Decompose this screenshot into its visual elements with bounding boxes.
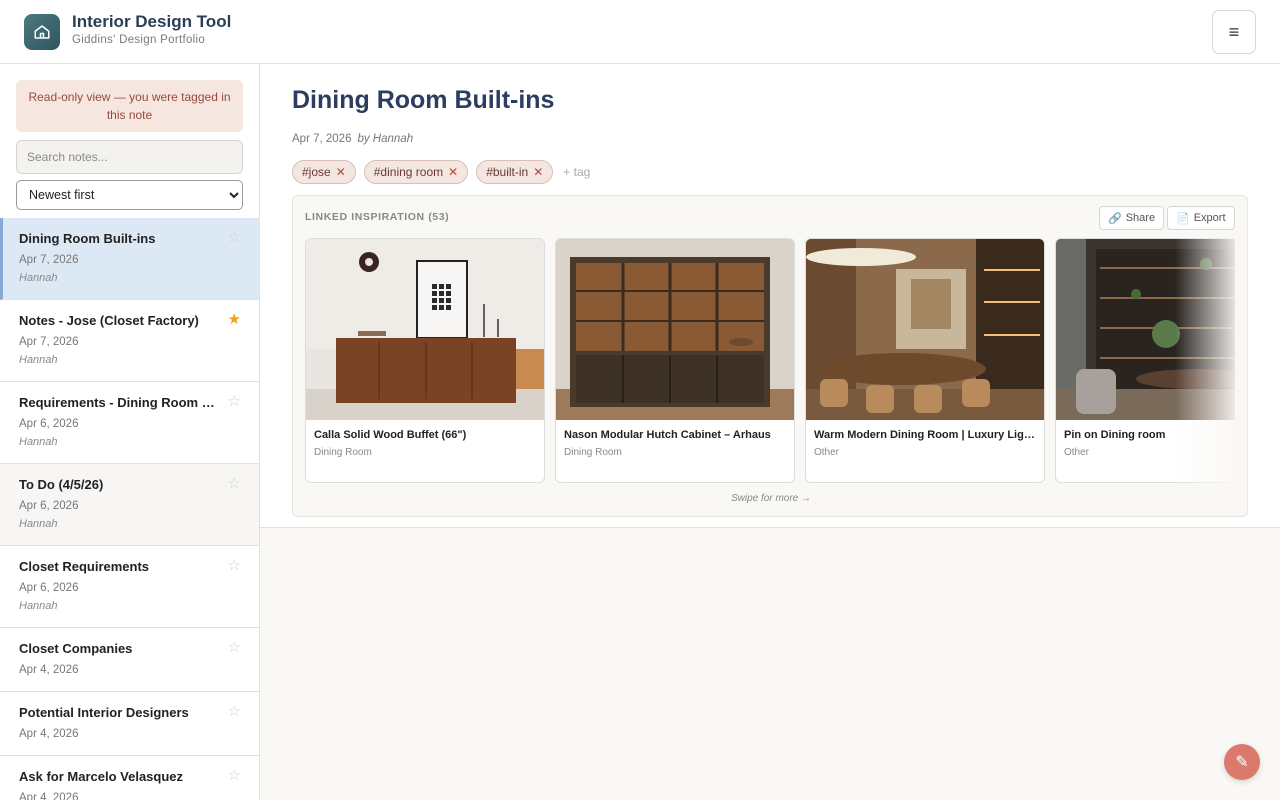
note-title: Dining Room Built-ins	[19, 231, 156, 246]
note-title: Closet Requirements	[19, 559, 150, 574]
inspiration-panel: LINKED INSPIRATION (53) 🔗Share 📄Export	[292, 195, 1248, 517]
add-tag-button[interactable]: + tag	[563, 165, 590, 179]
star-icon[interactable]: ☆	[228, 474, 241, 492]
inspiration-category: Dining Room	[314, 447, 372, 458]
remove-tag-icon[interactable]: ✕	[533, 165, 543, 179]
note-author: Hannah	[19, 272, 58, 284]
note-author: Hannah	[19, 354, 58, 366]
tag-chip[interactable]: #dining room ✕	[363, 160, 469, 184]
app-header: Interior Design Tool Giddins' Design Por…	[0, 0, 1280, 64]
inspiration-title: Pin on Dining room	[1064, 429, 1166, 441]
note-item[interactable]: Potential Interior Designers Apr 4, 2026…	[0, 692, 259, 756]
inspiration-image	[1056, 239, 1235, 420]
swipe-hint: Swipe for more →	[730, 493, 812, 504]
note-item[interactable]: To Do (4/5/26) Apr 6, 2026 Hannah ☆	[0, 464, 259, 546]
note-item[interactable]: Dining Room Built-ins Apr 7, 2026 Hannah…	[0, 218, 259, 300]
inspiration-card[interactable]: Calla Solid Wood Buffet (66") Dining Roo…	[305, 238, 545, 483]
note-title: To Do (4/5/26)	[19, 477, 104, 492]
note-title: Requirements - Dining Room Built-ins	[19, 395, 219, 410]
note-item[interactable]: Closet Companies Apr 4, 2026 ☆	[0, 628, 259, 692]
star-icon[interactable]: ☆	[228, 228, 241, 246]
inspiration-title: Nason Modular Hutch Cabinet – Arhaus	[564, 429, 771, 441]
tag-label: #jose	[302, 165, 331, 179]
note-author: Hannah	[19, 518, 58, 530]
inspiration-card[interactable]: Nason Modular Hutch Cabinet – Arhaus Din…	[555, 238, 795, 483]
note-title: Notes - Jose (Closet Factory)	[19, 313, 199, 328]
sort-select[interactable]: Newest first	[16, 180, 243, 210]
menu-button[interactable]: ≡	[1212, 10, 1256, 54]
app-title: Interior Design Tool	[72, 12, 232, 31]
note-item[interactable]: Requirements - Dining Room Built-ins Apr…	[0, 382, 259, 464]
inspiration-category: Other	[814, 447, 840, 458]
note-date: Apr 6, 2026	[19, 500, 79, 512]
note-author: Hannah	[19, 436, 58, 448]
note-author: Hannah	[19, 600, 58, 612]
remove-tag-icon[interactable]: ✕	[448, 165, 458, 179]
readonly-banner: Read-only view — you were tagged in this…	[16, 80, 243, 132]
note-detail: Dining Room Built-ins Apr 7, 2026 by Hann…	[260, 64, 1280, 528]
note-list: Dining Room Built-ins Apr 7, 2026 Hannah…	[0, 218, 259, 800]
inspiration-card[interactable]: Warm Modern Dining Room | Luxury Lightin…	[805, 238, 1045, 483]
inspiration-title: Warm Modern Dining Room | Luxury Lightin…	[814, 429, 1036, 441]
sparkle-icon[interactable]: ✎	[1224, 744, 1260, 780]
note-heading: Dining Room Built-ins	[292, 86, 555, 114]
inspiration-image	[556, 239, 794, 420]
note-date: Apr 4, 2026	[19, 792, 79, 800]
note-author: by Hannah	[357, 133, 414, 145]
tag-label: #dining room	[373, 165, 444, 179]
inspiration-title: Calla Solid Wood Buffet (66")	[314, 429, 467, 441]
inspiration-label: LINKED INSPIRATION (53)	[305, 211, 450, 223]
app-subtitle: Giddins' Design Portfolio	[72, 34, 206, 46]
note-title: Closet Companies	[19, 641, 133, 656]
note-date: Apr 6, 2026	[19, 582, 79, 594]
note-date: Apr 4, 2026	[19, 728, 79, 740]
inspiration-category: Other	[1064, 447, 1090, 458]
document-icon: 📄	[1176, 212, 1190, 225]
note-item[interactable]: Notes - Jose (Closet Factory) Apr 7, 202…	[0, 300, 259, 382]
star-filled-icon[interactable]: ★	[228, 310, 241, 328]
export-button[interactable]: 📄 Export	[1167, 206, 1235, 230]
inspiration-card[interactable]: Pin on Dining room Other	[1055, 238, 1235, 483]
tag-list: #jose ✕ #dining room ✕ #built-in ✕ + tag	[292, 160, 590, 184]
home-icon[interactable]	[24, 14, 60, 50]
share-label: Share	[1125, 212, 1156, 224]
inspiration-carousel[interactable]: Calla Solid Wood Buffet (66") Dining Roo…	[305, 238, 1235, 483]
note-meta: Apr 7, 2026 by Hannah	[292, 133, 413, 145]
note-date: Apr 7, 2026	[19, 336, 79, 348]
note-date: Apr 6, 2026	[19, 418, 79, 430]
sidebar: Read-only view — you were tagged in this…	[0, 64, 260, 800]
remove-tag-icon[interactable]: ✕	[336, 165, 346, 179]
note-date: Apr 7, 2026	[292, 133, 352, 145]
star-icon[interactable]: ☆	[228, 392, 241, 410]
star-icon[interactable]: ☆	[228, 702, 241, 720]
note-date: Apr 4, 2026	[19, 664, 79, 676]
star-icon[interactable]: ☆	[228, 766, 241, 784]
note-title: Potential Interior Designers	[19, 705, 189, 720]
star-icon[interactable]: ☆	[228, 638, 241, 656]
inspiration-category: Dining Room	[564, 447, 622, 458]
tag-chip[interactable]: #jose ✕	[292, 160, 356, 184]
share-button[interactable]: 🔗 Share	[1099, 206, 1165, 230]
note-date: Apr 7, 2026	[19, 254, 79, 266]
tag-label: #built-in	[486, 165, 529, 179]
tag-chip[interactable]: #built-in ✕	[476, 160, 554, 184]
note-item[interactable]: Closet Requirements Apr 6, 2026 Hannah ☆	[0, 546, 259, 628]
export-label: Export	[1193, 212, 1226, 224]
star-icon[interactable]: ☆	[228, 556, 241, 574]
link-icon: 🔗	[1108, 212, 1122, 225]
hamburger-icon: ≡	[1228, 21, 1240, 42]
inspiration-image	[806, 239, 1044, 420]
inspiration-image	[306, 239, 544, 420]
note-item[interactable]: Ask for Marcelo Velasquez Apr 4, 2026 ☆	[0, 756, 259, 800]
search-input[interactable]	[16, 140, 243, 174]
note-title: Ask for Marcelo Velasquez	[19, 769, 184, 784]
